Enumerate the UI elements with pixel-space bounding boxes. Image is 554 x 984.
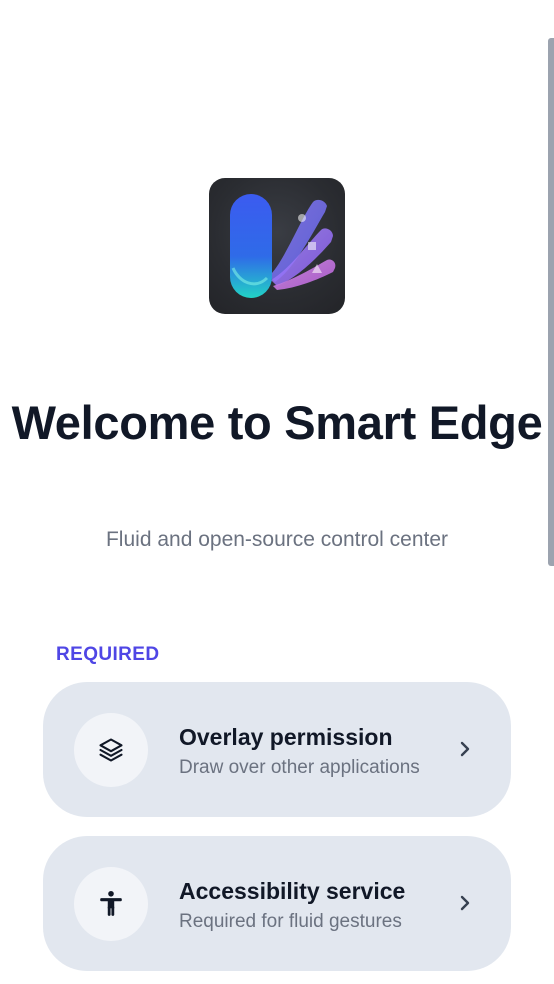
required-section-label: REQUIRED — [56, 644, 160, 665]
accessibility-icon — [74, 867, 148, 941]
accessibility-service-card[interactable]: Accessibility service Required for fluid… — [43, 836, 511, 971]
welcome-title: Welcome to Smart Edge — [11, 396, 543, 449]
overlay-permission-description: Draw over other applications — [179, 757, 420, 778]
layers-icon — [74, 713, 148, 787]
overlay-permission-card[interactable]: Overlay permission Draw over other appli… — [43, 682, 511, 817]
chevron-right-icon — [457, 892, 473, 914]
chevron-right-icon — [457, 738, 473, 760]
welcome-screen: Welcome to Smart Edge Fluid and open-sou… — [0, 0, 554, 984]
accessibility-service-description: Required for fluid gestures — [179, 911, 402, 932]
overlay-permission-title: Overlay permission — [179, 724, 393, 750]
scrollbar[interactable] — [548, 38, 554, 566]
accessibility-service-title: Accessibility service — [179, 878, 406, 904]
welcome-subtitle: Fluid and open-source control center — [105, 528, 449, 551]
app-logo — [209, 178, 345, 314]
